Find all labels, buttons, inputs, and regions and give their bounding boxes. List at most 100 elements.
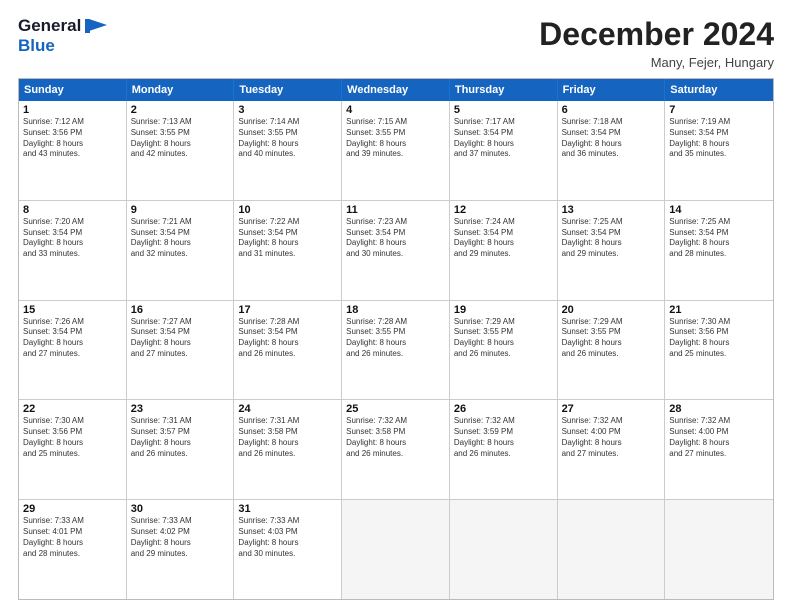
cell-info-line: Sunrise: 7:32 AM <box>346 416 445 427</box>
cell-info-line: Daylight: 8 hours <box>562 438 661 449</box>
calendar-row-1: 1Sunrise: 7:12 AMSunset: 3:56 PMDaylight… <box>19 101 773 201</box>
cell-info-line: Daylight: 8 hours <box>454 338 553 349</box>
day-cell-26: 26Sunrise: 7:32 AMSunset: 3:59 PMDayligh… <box>450 400 558 499</box>
day-cell-30: 30Sunrise: 7:33 AMSunset: 4:02 PMDayligh… <box>127 500 235 599</box>
cell-info-line: Sunset: 3:55 PM <box>346 327 445 338</box>
calendar-row-2: 8Sunrise: 7:20 AMSunset: 3:54 PMDaylight… <box>19 201 773 301</box>
page: General Blue December 2024 Many, Fejer, … <box>0 0 792 612</box>
cell-info-line: Daylight: 8 hours <box>23 538 122 549</box>
header: General Blue December 2024 Many, Fejer, … <box>18 16 774 70</box>
cell-info-line: Daylight: 8 hours <box>454 438 553 449</box>
cell-info-line: Daylight: 8 hours <box>669 338 769 349</box>
cell-info-line: Sunset: 3:55 PM <box>562 327 661 338</box>
cell-info-line: Sunset: 3:55 PM <box>454 327 553 338</box>
cell-info-line: Sunset: 3:54 PM <box>23 228 122 239</box>
cell-info-line: Sunset: 3:54 PM <box>562 128 661 139</box>
day-number: 27 <box>562 403 661 415</box>
cell-info-line: Sunset: 3:58 PM <box>238 427 337 438</box>
day-cell-3: 3Sunrise: 7:14 AMSunset: 3:55 PMDaylight… <box>234 101 342 200</box>
day-number: 13 <box>562 204 661 216</box>
cell-info-line: Sunset: 4:00 PM <box>669 427 769 438</box>
day-cell-18: 18Sunrise: 7:28 AMSunset: 3:55 PMDayligh… <box>342 301 450 400</box>
cell-info-line: Sunset: 3:57 PM <box>131 427 230 438</box>
day-cell-8: 8Sunrise: 7:20 AMSunset: 3:54 PMDaylight… <box>19 201 127 300</box>
location: Many, Fejer, Hungary <box>539 55 774 70</box>
day-cell-24: 24Sunrise: 7:31 AMSunset: 3:58 PMDayligh… <box>234 400 342 499</box>
day-cell-27: 27Sunrise: 7:32 AMSunset: 4:00 PMDayligh… <box>558 400 666 499</box>
day-cell-21: 21Sunrise: 7:30 AMSunset: 3:56 PMDayligh… <box>665 301 773 400</box>
day-number: 2 <box>131 104 230 116</box>
day-number: 3 <box>238 104 337 116</box>
cell-info-line: Sunset: 3:54 PM <box>131 228 230 239</box>
cell-info-line: Daylight: 8 hours <box>131 139 230 150</box>
cell-info-line: Sunrise: 7:20 AM <box>23 217 122 228</box>
day-number: 30 <box>131 503 230 515</box>
day-header-wednesday: Wednesday <box>342 79 450 101</box>
cell-info-line: and 33 minutes. <box>23 249 122 260</box>
day-cell-20: 20Sunrise: 7:29 AMSunset: 3:55 PMDayligh… <box>558 301 666 400</box>
day-header-saturday: Saturday <box>665 79 773 101</box>
cell-info-line: Daylight: 8 hours <box>131 438 230 449</box>
cell-info-line: Sunrise: 7:14 AM <box>238 117 337 128</box>
day-cell-17: 17Sunrise: 7:28 AMSunset: 3:54 PMDayligh… <box>234 301 342 400</box>
day-number: 22 <box>23 403 122 415</box>
day-number: 15 <box>23 304 122 316</box>
cell-info-line: Sunrise: 7:28 AM <box>238 317 337 328</box>
cell-info-line: and 26 minutes. <box>454 449 553 460</box>
empty-cell <box>665 500 773 599</box>
cell-info-line: and 26 minutes. <box>346 349 445 360</box>
cell-info-line: Sunrise: 7:33 AM <box>131 516 230 527</box>
day-number: 6 <box>562 104 661 116</box>
calendar-body: 1Sunrise: 7:12 AMSunset: 3:56 PMDaylight… <box>19 101 773 599</box>
day-number: 16 <box>131 304 230 316</box>
cell-info-line: Daylight: 8 hours <box>346 139 445 150</box>
cell-info-line: Sunset: 3:55 PM <box>131 128 230 139</box>
cell-info-line: Daylight: 8 hours <box>23 338 122 349</box>
day-cell-7: 7Sunrise: 7:19 AMSunset: 3:54 PMDaylight… <box>665 101 773 200</box>
cell-info-line: Sunrise: 7:33 AM <box>23 516 122 527</box>
cell-info-line: Sunrise: 7:25 AM <box>669 217 769 228</box>
day-cell-11: 11Sunrise: 7:23 AMSunset: 3:54 PMDayligh… <box>342 201 450 300</box>
empty-cell <box>342 500 450 599</box>
day-number: 9 <box>131 204 230 216</box>
day-number: 12 <box>454 204 553 216</box>
cell-info-line: Daylight: 8 hours <box>23 238 122 249</box>
logo-flag-icon <box>85 19 107 35</box>
calendar-row-3: 15Sunrise: 7:26 AMSunset: 3:54 PMDayligh… <box>19 301 773 401</box>
day-number: 1 <box>23 104 122 116</box>
cell-info-line: Sunset: 4:00 PM <box>562 427 661 438</box>
day-cell-1: 1Sunrise: 7:12 AMSunset: 3:56 PMDaylight… <box>19 101 127 200</box>
cell-info-line: Daylight: 8 hours <box>238 139 337 150</box>
cell-info-line: Sunrise: 7:17 AM <box>454 117 553 128</box>
cell-info-line: Sunset: 3:58 PM <box>346 427 445 438</box>
day-number: 24 <box>238 403 337 415</box>
cell-info-line: Sunset: 4:02 PM <box>131 527 230 538</box>
cell-info-line: and 31 minutes. <box>238 249 337 260</box>
day-cell-31: 31Sunrise: 7:33 AMSunset: 4:03 PMDayligh… <box>234 500 342 599</box>
cell-info-line: and 29 minutes. <box>454 249 553 260</box>
cell-info-line: and 25 minutes. <box>23 449 122 460</box>
cell-info-line: Sunrise: 7:18 AM <box>562 117 661 128</box>
cell-info-line: Sunrise: 7:30 AM <box>669 317 769 328</box>
day-header-tuesday: Tuesday <box>234 79 342 101</box>
cell-info-line: Daylight: 8 hours <box>669 238 769 249</box>
cell-info-line: Sunrise: 7:23 AM <box>346 217 445 228</box>
day-header-thursday: Thursday <box>450 79 558 101</box>
cell-info-line: Sunrise: 7:13 AM <box>131 117 230 128</box>
cell-info-line: Sunrise: 7:27 AM <box>131 317 230 328</box>
calendar-outer: SundayMondayTuesdayWednesdayThursdayFrid… <box>18 78 774 600</box>
day-number: 11 <box>346 204 445 216</box>
cell-info-line: Daylight: 8 hours <box>562 338 661 349</box>
day-cell-9: 9Sunrise: 7:21 AMSunset: 3:54 PMDaylight… <box>127 201 235 300</box>
cell-info-line: and 32 minutes. <box>131 249 230 260</box>
day-cell-12: 12Sunrise: 7:24 AMSunset: 3:54 PMDayligh… <box>450 201 558 300</box>
logo-blue: Blue <box>18 36 55 55</box>
cell-info-line: Sunrise: 7:24 AM <box>454 217 553 228</box>
cell-info-line: Daylight: 8 hours <box>562 238 661 249</box>
day-number: 31 <box>238 503 337 515</box>
cell-info-line: and 25 minutes. <box>669 349 769 360</box>
cell-info-line: Sunset: 3:54 PM <box>454 228 553 239</box>
empty-cell <box>450 500 558 599</box>
cell-info-line: Daylight: 8 hours <box>346 438 445 449</box>
title-area: December 2024 Many, Fejer, Hungary <box>539 16 774 70</box>
